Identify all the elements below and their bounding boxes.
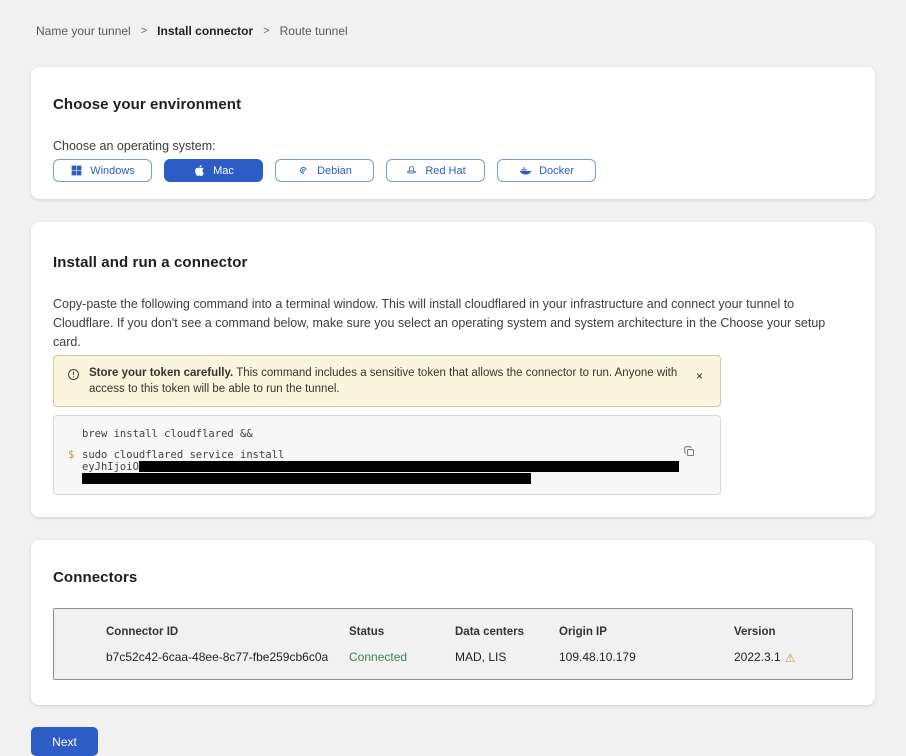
token-line: eyJhIjoiO bbox=[82, 461, 679, 473]
code-line-token-continued bbox=[68, 473, 680, 484]
breadcrumb-item-install-connector[interactable]: Install connector bbox=[157, 24, 253, 38]
token-warning-text: Store your token carefully. This command… bbox=[89, 365, 684, 397]
os-button-debian[interactable]: Debian bbox=[275, 159, 374, 182]
column-header-origin-ip: Origin IP bbox=[559, 626, 734, 638]
connectors-table: Connector ID Status Data centers Origin … bbox=[53, 608, 853, 680]
status-badge: Connected bbox=[349, 651, 455, 664]
version-cell: 2022.3.1 ⚠ bbox=[734, 651, 852, 664]
version-value: 2022.3.1 bbox=[734, 651, 781, 664]
code-spacer bbox=[68, 440, 680, 449]
column-header-status: Status bbox=[349, 626, 455, 638]
breadcrumb-item-name-your-tunnel[interactable]: Name your tunnel bbox=[36, 24, 131, 38]
os-button-label: Windows bbox=[90, 165, 135, 177]
data-centers-cell: MAD, LIS bbox=[455, 651, 559, 664]
origin-ip-cell: 109.48.10.179 bbox=[559, 651, 734, 664]
code-text: brew install cloudflared && bbox=[82, 428, 253, 440]
code-text: sudo cloudflared service install bbox=[82, 449, 284, 461]
column-header-version: Version bbox=[734, 626, 852, 638]
breadcrumb-separator: > bbox=[141, 25, 147, 37]
copy-icon[interactable] bbox=[681, 443, 698, 460]
redhat-icon bbox=[405, 164, 418, 177]
code-gutter bbox=[68, 461, 82, 473]
token-warning-title: Store your token carefully. bbox=[89, 367, 233, 379]
token-prefix: eyJhIjoiO bbox=[82, 461, 139, 473]
redacted-token-bar bbox=[82, 473, 531, 484]
os-button-windows[interactable]: Windows bbox=[53, 159, 152, 182]
install-description: Copy-paste the following command into a … bbox=[53, 295, 853, 352]
os-button-redhat[interactable]: Red Hat bbox=[386, 159, 485, 182]
code-line-token: eyJhIjoiO bbox=[68, 461, 680, 473]
close-icon[interactable]: × bbox=[693, 370, 706, 382]
os-button-label: Mac bbox=[213, 165, 234, 177]
breadcrumb: Name your tunnel > Install connector > R… bbox=[0, 0, 906, 38]
operating-system-label: Choose an operating system: bbox=[53, 139, 853, 153]
windows-icon bbox=[70, 164, 83, 177]
code-gutter bbox=[68, 473, 82, 484]
install-command-codeblock[interactable]: brew install cloudflared && $ sudo cloud… bbox=[53, 415, 721, 495]
breadcrumb-separator: > bbox=[263, 25, 269, 37]
connectors-title: Connectors bbox=[53, 570, 853, 586]
connectors-table-header: Connector ID Status Data centers Origin … bbox=[106, 626, 852, 638]
os-button-label: Debian bbox=[317, 165, 352, 177]
docker-icon bbox=[519, 164, 532, 177]
table-row: b7c52c42-6caa-48ee-8c77-fbe259cb6c0a Con… bbox=[106, 651, 852, 664]
choose-environment-title: Choose your environment bbox=[53, 97, 853, 113]
shell-prompt: $ bbox=[68, 449, 82, 461]
connectors-card: Connectors Connector ID Status Data cent… bbox=[31, 540, 875, 705]
install-connector-title: Install and run a connector bbox=[53, 255, 853, 271]
os-button-mac[interactable]: Mac bbox=[164, 159, 263, 182]
code-line-brew-install: brew install cloudflared && bbox=[68, 428, 680, 440]
install-connector-card: Install and run a connector Copy-paste t… bbox=[31, 222, 875, 517]
token-warning-banner: Store your token carefully. This command… bbox=[53, 355, 721, 407]
choose-environment-card: Choose your environment Choose an operat… bbox=[31, 67, 875, 199]
breadcrumb-item-route-tunnel[interactable]: Route tunnel bbox=[280, 24, 348, 38]
os-button-label: Docker bbox=[539, 165, 574, 177]
os-button-label: Red Hat bbox=[425, 165, 465, 177]
warning-triangle-icon: ⚠ bbox=[785, 652, 796, 664]
apple-icon bbox=[193, 164, 206, 177]
code-line-service-install: $ sudo cloudflared service install bbox=[68, 449, 680, 461]
os-button-docker[interactable]: Docker bbox=[497, 159, 596, 182]
os-button-row: Windows Mac Debian Red Hat Docker bbox=[53, 159, 853, 182]
column-header-connector-id: Connector ID bbox=[106, 626, 349, 638]
alert-circle-icon bbox=[67, 368, 80, 381]
column-header-data-centers: Data centers bbox=[455, 626, 559, 638]
connector-id-cell: b7c52c42-6caa-48ee-8c77-fbe259cb6c0a bbox=[106, 651, 349, 664]
redacted-token-bar bbox=[139, 461, 679, 472]
debian-icon bbox=[297, 164, 310, 177]
next-button[interactable]: Next bbox=[31, 727, 98, 756]
code-gutter bbox=[68, 428, 82, 440]
